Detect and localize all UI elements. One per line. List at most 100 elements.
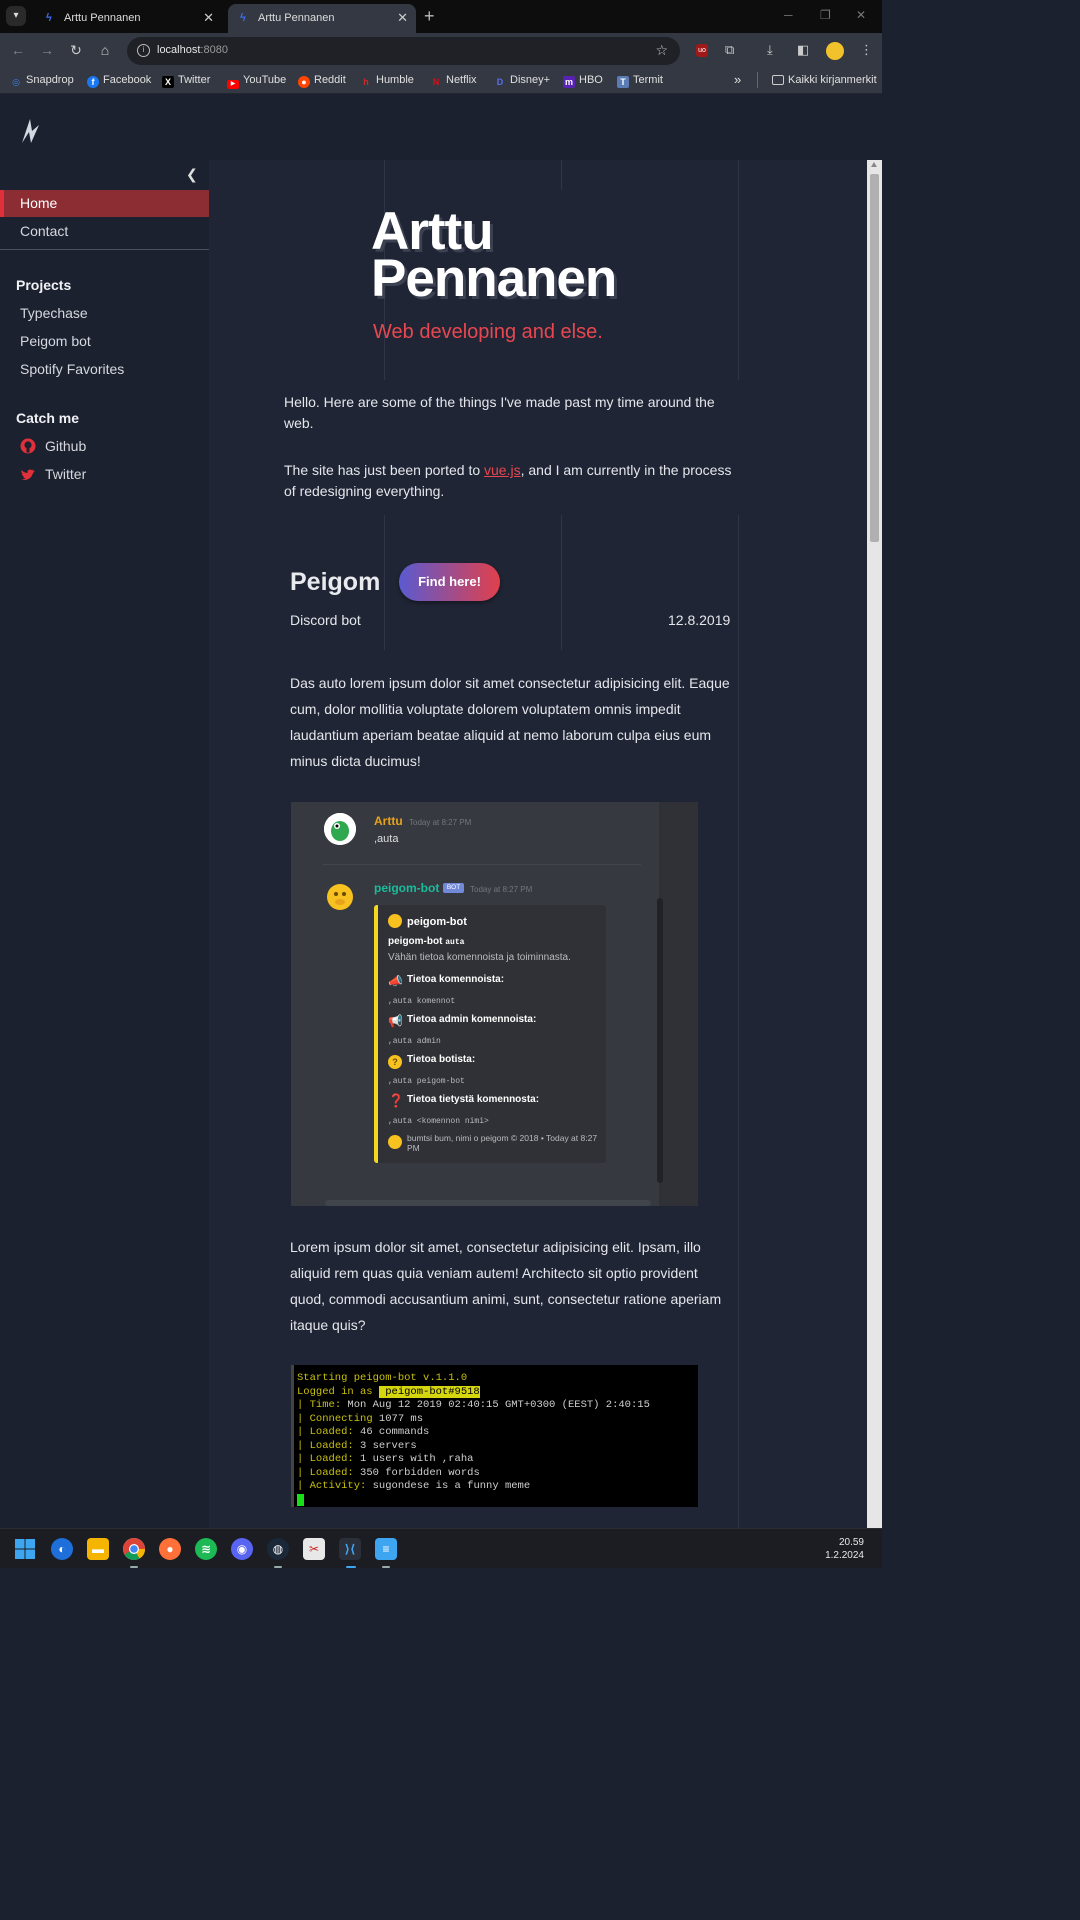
embed-field-name: 📣 Tietoa komennoista: bbox=[388, 974, 505, 988]
bookmark-reddit[interactable]: ● Reddit bbox=[298, 74, 346, 88]
ublock-extension-icon[interactable]: uo bbox=[696, 44, 708, 57]
bookmark-termit[interactable]: T Termit bbox=[617, 74, 663, 88]
decor-line bbox=[561, 515, 562, 650]
scrollbar-thumb[interactable] bbox=[870, 174, 879, 542]
tab-search-button[interactable]: ▾ bbox=[6, 6, 26, 26]
close-window-button[interactable]: ✕ bbox=[856, 8, 866, 22]
bookmark-hbo[interactable]: m HBO bbox=[563, 74, 603, 88]
downloads-icon[interactable]: ⤓ bbox=[767, 42, 773, 58]
snipping-tool-icon[interactable]: ✂ bbox=[303, 1538, 325, 1560]
tab-title: Arttu Pennanen bbox=[64, 12, 141, 24]
bookmark-twitter[interactable]: X Twitter bbox=[162, 74, 210, 88]
copilot-icon[interactable]: ◐ bbox=[51, 1538, 73, 1560]
sidebar-item-peigom-bot[interactable]: Peigom bot bbox=[20, 333, 91, 349]
hero-subtitle: Web developing and else. bbox=[373, 321, 603, 343]
embed-title: peigom-bot auta bbox=[388, 936, 465, 947]
clock-date: 1.2.2024 bbox=[825, 1550, 864, 1561]
vscode-icon[interactable]: ⟩⟨ bbox=[339, 1538, 361, 1560]
terminal-line: Logged in as peigom-bot#9518 bbox=[297, 1385, 480, 1398]
close-tab-icon[interactable]: ✕ bbox=[397, 10, 408, 26]
bookmark-facebook[interactable]: f Facebook bbox=[87, 74, 151, 88]
terminal-line: | Loaded: 46 commands bbox=[297, 1426, 430, 1438]
find-here-button[interactable]: Find here! bbox=[399, 563, 500, 601]
vuejs-link[interactable]: vue.js bbox=[484, 462, 521, 478]
firefox-icon[interactable]: ● bbox=[159, 1538, 181, 1560]
restore-button[interactable]: ❐ bbox=[820, 8, 831, 22]
spotify-icon[interactable]: ≋ bbox=[195, 1538, 217, 1560]
browser-tab-2-active[interactable]: ϟ Arttu Pennanen ✕ bbox=[228, 4, 416, 33]
discord-icon[interactable]: ◉ bbox=[231, 1538, 253, 1560]
minimize-button[interactable]: ─ bbox=[784, 8, 793, 22]
steam-icon[interactable]: ◍ bbox=[267, 1538, 289, 1560]
url-text[interactable]: localhost:8080 bbox=[157, 44, 228, 56]
discord-scrollbar bbox=[657, 898, 663, 1183]
hero-title: Arttu Pennanen bbox=[371, 202, 617, 308]
side-panel-icon[interactable]: ◧ bbox=[797, 42, 809, 58]
bookmark-humble[interactable]: h Humble bbox=[360, 74, 414, 88]
sidebar-item-github[interactable]: Github bbox=[20, 438, 86, 454]
new-tab-button[interactable]: + bbox=[424, 6, 435, 27]
bot-face-icon bbox=[388, 914, 402, 928]
discord-input-bar bbox=[325, 1200, 651, 1206]
back-button[interactable]: ← bbox=[9, 42, 27, 58]
terminal-line: Starting peigom-bot v.1.1.0 bbox=[297, 1372, 468, 1384]
sidebar-item-home[interactable]: Home bbox=[0, 190, 209, 217]
bookmark-youtube[interactable]: ▶ YouTube bbox=[227, 74, 286, 89]
embed-description: Vähän tietoa komennoista ja toiminnasta. bbox=[388, 952, 571, 963]
sidebar-item-spotify-favorites[interactable]: Spotify Favorites bbox=[20, 361, 124, 377]
home-button[interactable]: ⌂ bbox=[96, 42, 114, 58]
terminal-line: | Time: Mon Aug 12 2019 02:40:15 GMT+030… bbox=[297, 1399, 650, 1411]
active-indicator bbox=[382, 1566, 390, 1568]
x-icon: X bbox=[162, 76, 174, 88]
forward-button[interactable]: → bbox=[38, 42, 56, 58]
embed-field-value: ,auta <komennon nimi> bbox=[388, 1117, 489, 1126]
collapse-sidebar-icon[interactable]: ❮ bbox=[186, 166, 198, 183]
github-icon bbox=[20, 438, 36, 454]
browser-toolbar: ← → ↻ ⌂ i localhost:8080 ☆ uo ⧉ ⤓ ◧ ⋮ bbox=[0, 33, 882, 69]
address-bar[interactable]: i localhost:8080 ☆ bbox=[127, 37, 680, 65]
browser-tab-strip: ▾ ϟ Arttu Pennanen ✕ ϟ Arttu Pennanen ✕ … bbox=[0, 0, 882, 33]
embed-field-value: ,auta peigom-bot bbox=[388, 1077, 465, 1086]
megaphone-icon: 📣 bbox=[388, 974, 403, 988]
extensions-icon[interactable]: ⧉ bbox=[725, 42, 734, 58]
active-indicator bbox=[130, 1566, 138, 1568]
profile-avatar[interactable] bbox=[826, 42, 844, 60]
reload-button[interactable]: ↻ bbox=[67, 42, 85, 59]
discord-username-bot: peigom-bot bbox=[374, 881, 440, 895]
embed-author: peigom-bot bbox=[388, 914, 467, 928]
bookmark-disney[interactable]: D Disney+ bbox=[494, 74, 550, 88]
site-info-icon[interactable]: i bbox=[137, 44, 150, 57]
decor-line bbox=[738, 515, 739, 1528]
intro-paragraph-2: The site has just been ported to vue.js,… bbox=[284, 462, 732, 499]
notepad-icon[interactable]: ≡ bbox=[375, 1538, 397, 1560]
discord-timestamp: Today at 8:27 PM bbox=[409, 818, 472, 827]
sidebar-item-typechase[interactable]: Typechase bbox=[20, 305, 88, 321]
windows-start-icon[interactable] bbox=[14, 1538, 36, 1560]
all-bookmarks-button[interactable]: Kaikki kirjanmerkit bbox=[772, 74, 877, 86]
bookmark-star-icon[interactable]: ☆ bbox=[655, 42, 668, 59]
snapdrop-icon: ◎ bbox=[12, 77, 20, 87]
menu-icon[interactable]: ⋮ bbox=[860, 42, 873, 58]
browser-tab-1[interactable]: ϟ Arttu Pennanen ✕ bbox=[34, 4, 222, 33]
terminal-line: | Loaded: 3 servers bbox=[297, 1439, 417, 1452]
sidebar-item-twitter[interactable]: Twitter bbox=[20, 466, 86, 484]
system-clock[interactable]: 20.59 1.2.2024 bbox=[825, 1536, 864, 1562]
facebook-icon: f bbox=[87, 76, 99, 88]
file-explorer-icon[interactable]: ▬ bbox=[87, 1538, 109, 1560]
more-bookmarks-icon[interactable]: » bbox=[734, 72, 741, 87]
site-logo-icon[interactable] bbox=[18, 115, 42, 152]
embed-field-name: ? Tietoa botista: bbox=[388, 1054, 475, 1069]
embed-field-name: 📢 Tietoa admin komennoista: bbox=[388, 1014, 537, 1028]
close-tab-icon[interactable]: ✕ bbox=[203, 10, 214, 26]
sidebar-heading-projects: Projects bbox=[16, 277, 72, 293]
bookmark-netflix[interactable]: N Netflix bbox=[430, 74, 477, 88]
question-mark-icon: ❓ bbox=[388, 1093, 405, 1108]
page-scrollbar[interactable] bbox=[867, 160, 882, 1528]
bookmark-snapdrop[interactable]: ◎ Snapdrop bbox=[10, 74, 74, 88]
sidebar-item-contact[interactable]: Contact bbox=[0, 218, 209, 245]
discord-username-arttu: Arttu bbox=[374, 814, 403, 828]
project-description-2: Lorem ipsum dolor sit amet, consectetur … bbox=[290, 1239, 722, 1333]
tab-title: Arttu Pennanen bbox=[258, 12, 335, 24]
chrome-icon[interactable] bbox=[123, 1538, 145, 1560]
scroll-up-arrow-icon[interactable] bbox=[871, 162, 877, 167]
